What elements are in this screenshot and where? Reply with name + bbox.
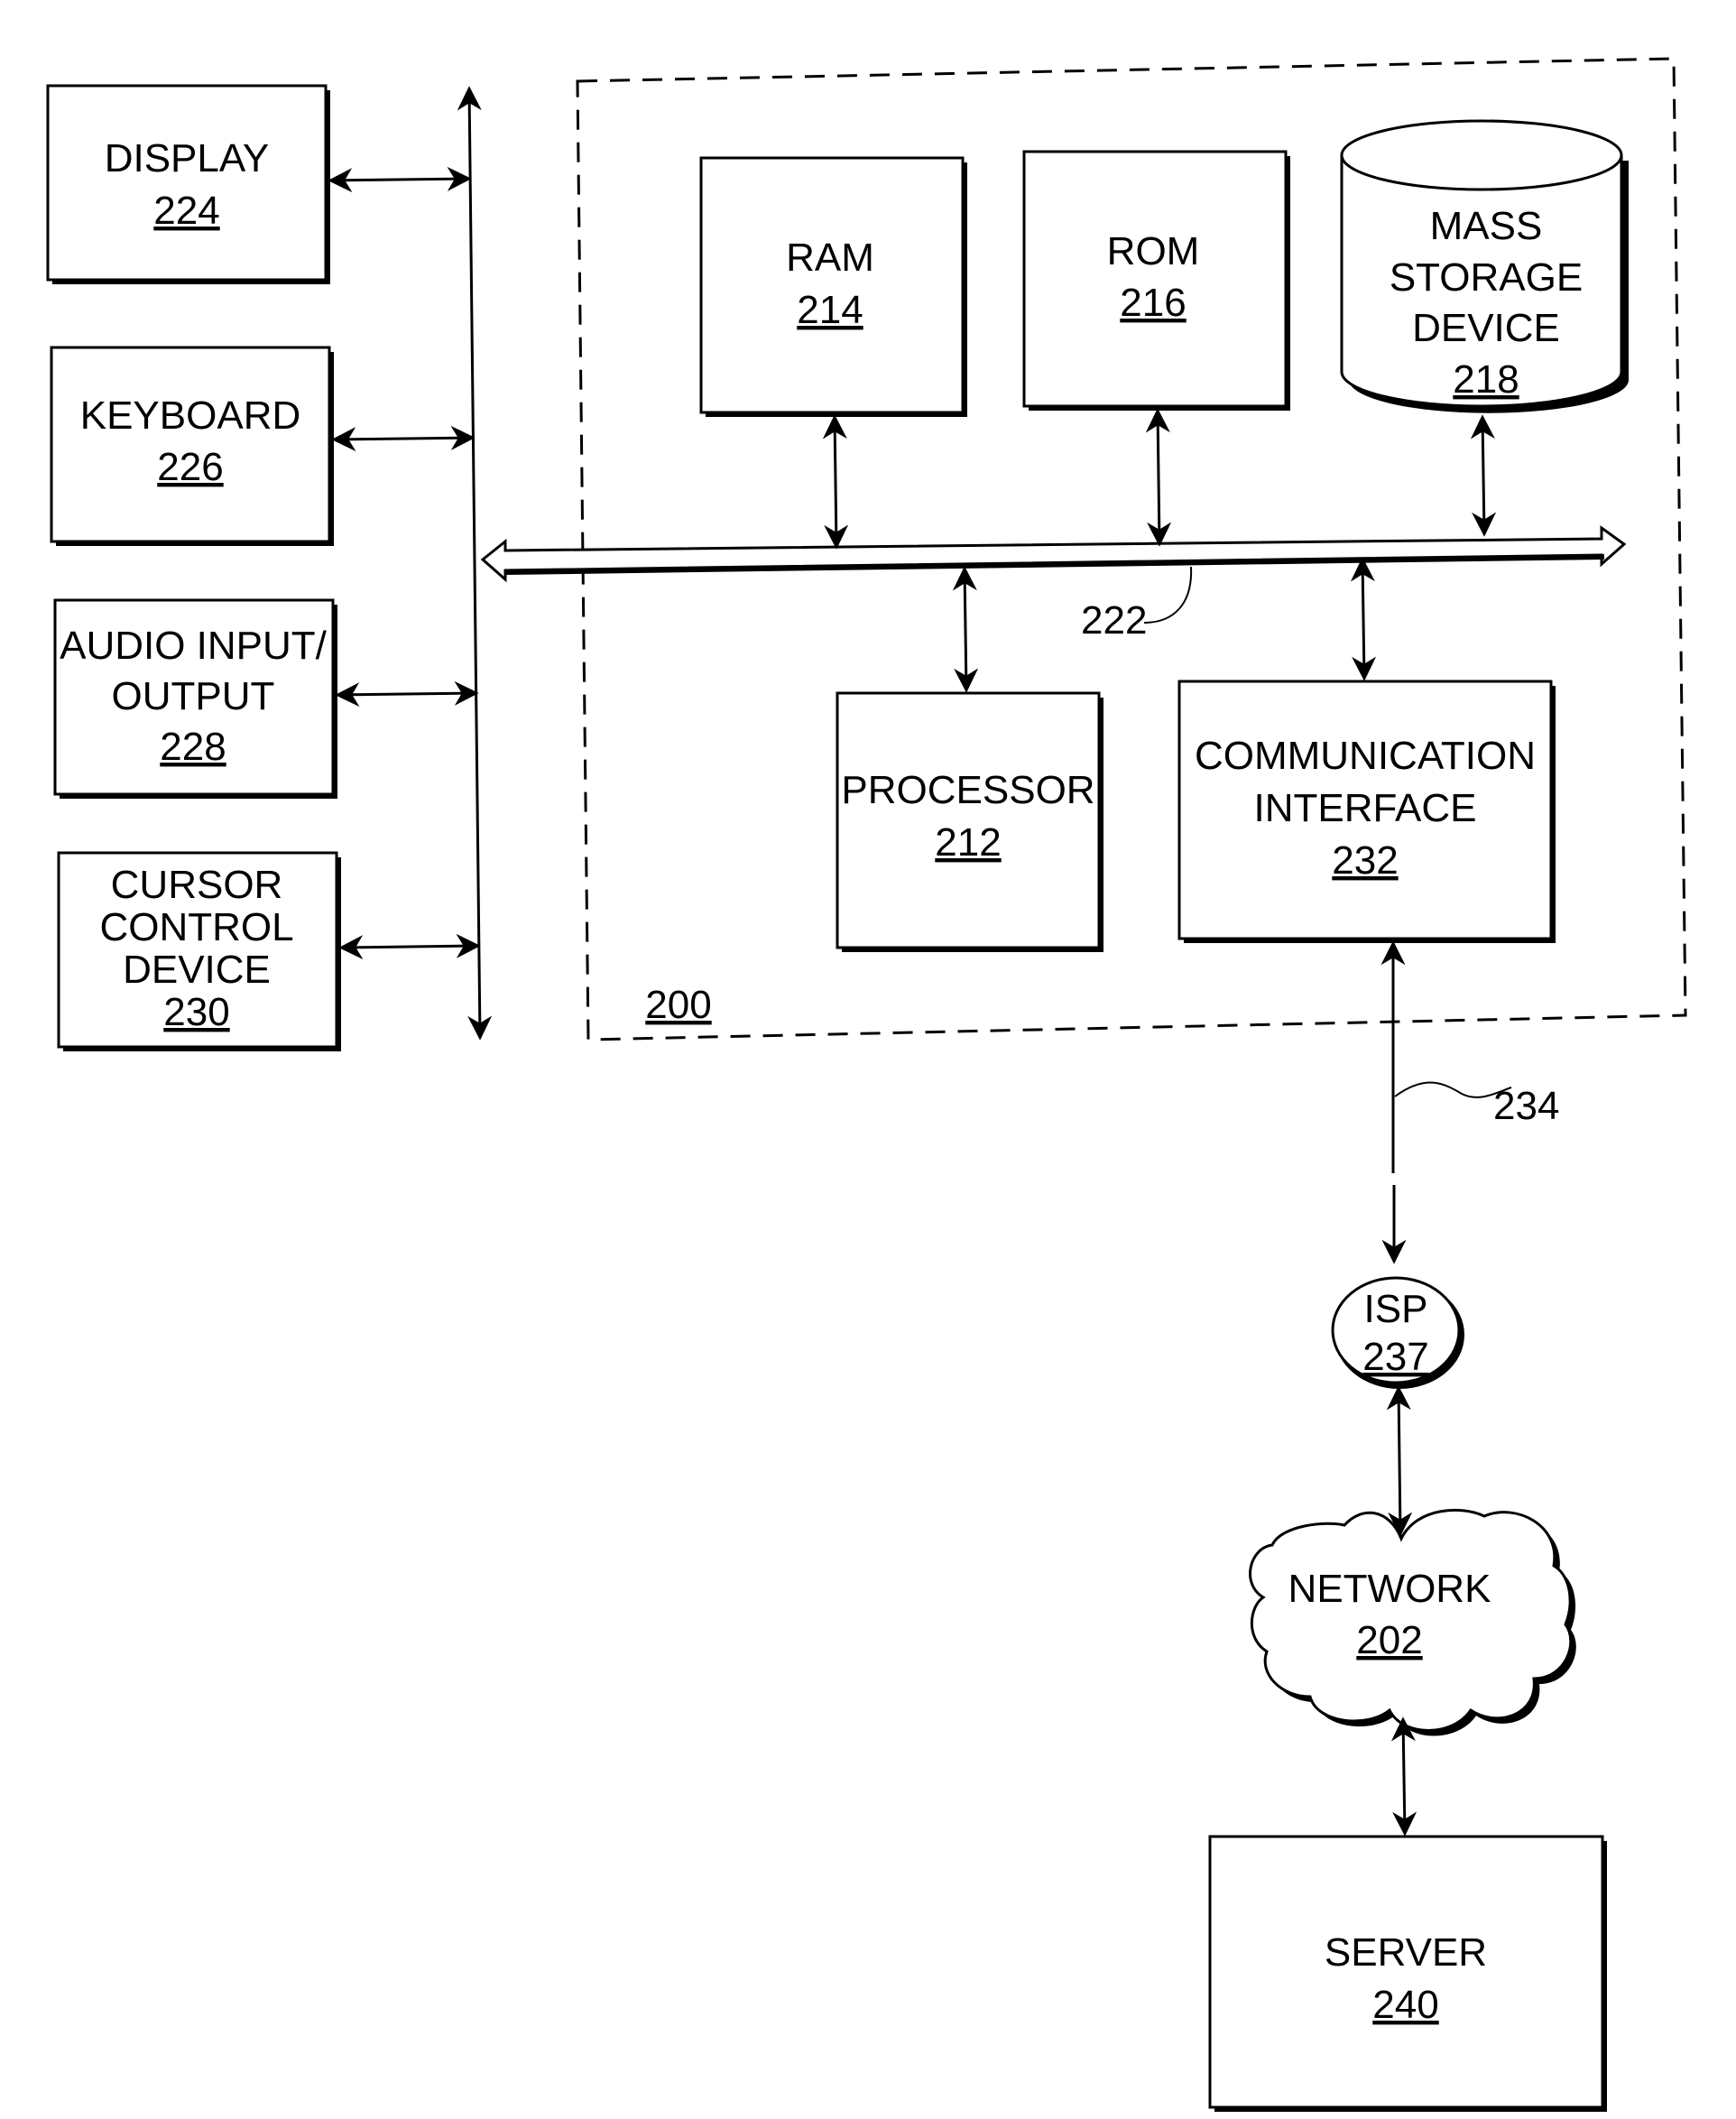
audio-label-line1: AUDIO INPUT/ bbox=[60, 624, 328, 668]
keyboard-ref: 226 bbox=[157, 445, 223, 489]
ram-block: RAM 214 bbox=[699, 156, 967, 417]
keyboard-bus-arrow bbox=[331, 425, 476, 452]
cursor-ref: 230 bbox=[163, 990, 229, 1034]
mass-storage-ref: 218 bbox=[1453, 357, 1519, 402]
display-bus-arrow bbox=[328, 166, 472, 193]
mass-storage-block: MASS STORAGE DEVICE 218 bbox=[1340, 119, 1629, 413]
cursor-bus-arrow bbox=[338, 933, 481, 960]
processor-ref: 212 bbox=[935, 820, 1001, 865]
processor-bus-arrow bbox=[952, 566, 979, 693]
rom-block: ROM 216 bbox=[1022, 150, 1290, 411]
mass-storage-label-line2: STORAGE bbox=[1390, 255, 1583, 300]
isp-network-arrow bbox=[1386, 1385, 1413, 1537]
isp-node: ISP 237 bbox=[1331, 1276, 1464, 1389]
display-block: DISPLAY 224 bbox=[46, 84, 330, 284]
cursor-label-line2: CONTROL bbox=[99, 905, 293, 949]
network-ref: 202 bbox=[1356, 1618, 1422, 1662]
network-label: NETWORK bbox=[1288, 1567, 1491, 1611]
ram-bus-arrow bbox=[822, 414, 849, 550]
rom-bus-arrow bbox=[1145, 408, 1172, 547]
keyboard-block: KEYBOARD 226 bbox=[50, 346, 334, 546]
ram-label: RAM bbox=[786, 236, 874, 280]
processor-label: PROCESSOR bbox=[841, 768, 1094, 812]
audio-ref: 228 bbox=[160, 725, 226, 769]
rom-label: ROM bbox=[1107, 229, 1200, 273]
mass-storage-bus-arrow bbox=[1470, 414, 1497, 537]
mass-storage-label-line1: MASS bbox=[1430, 204, 1543, 248]
network-server-arrow bbox=[1390, 1716, 1417, 1837]
communication-interface-block: COMMUNICATION INTERFACE 232 bbox=[1177, 680, 1556, 943]
system-label: 200 bbox=[645, 983, 711, 1027]
comm-label-line1: COMMUNICATION bbox=[1195, 734, 1536, 778]
display-ref: 224 bbox=[153, 189, 219, 233]
cursor-control-block: CURSOR CONTROL DEVICE 230 bbox=[57, 851, 341, 1051]
comm-bus-arrow bbox=[1350, 557, 1377, 681]
processor-block: PROCESSOR 212 bbox=[836, 691, 1103, 952]
block-diagram: 200 DISPLAY 224 KEYBOARD 226 AUDIO INPUT… bbox=[46, 57, 1687, 2112]
io-bus-line bbox=[457, 86, 493, 1041]
isp-ref: 237 bbox=[1362, 1335, 1428, 1379]
system-bus: 222 bbox=[480, 525, 1627, 643]
mass-storage-label-line3: DEVICE bbox=[1412, 306, 1560, 350]
comm-ref: 232 bbox=[1332, 838, 1398, 883]
server-block: SERVER 240 bbox=[1208, 1835, 1607, 2112]
network-cloud: NETWORK 202 bbox=[1249, 1508, 1576, 1736]
audio-label-line2: OUTPUT bbox=[112, 674, 275, 718]
server-label: SERVER bbox=[1325, 1930, 1487, 1975]
comm-label-line2: INTERFACE bbox=[1254, 786, 1477, 830]
rom-ref: 216 bbox=[1120, 281, 1186, 325]
keyboard-label: KEYBOARD bbox=[80, 393, 301, 438]
bus-label: 222 bbox=[1081, 598, 1147, 643]
cursor-label-line1: CURSOR bbox=[111, 863, 283, 907]
audio-io-block: AUDIO INPUT/ OUTPUT 228 bbox=[53, 598, 337, 799]
isp-label: ISP bbox=[1364, 1287, 1428, 1331]
link-label: 234 bbox=[1493, 1084, 1559, 1128]
server-ref: 240 bbox=[1372, 1983, 1438, 2027]
audio-bus-arrow bbox=[335, 680, 479, 708]
cursor-label-line3: DEVICE bbox=[123, 948, 271, 992]
display-label: DISPLAY bbox=[105, 136, 270, 180]
ram-ref: 214 bbox=[797, 288, 863, 332]
